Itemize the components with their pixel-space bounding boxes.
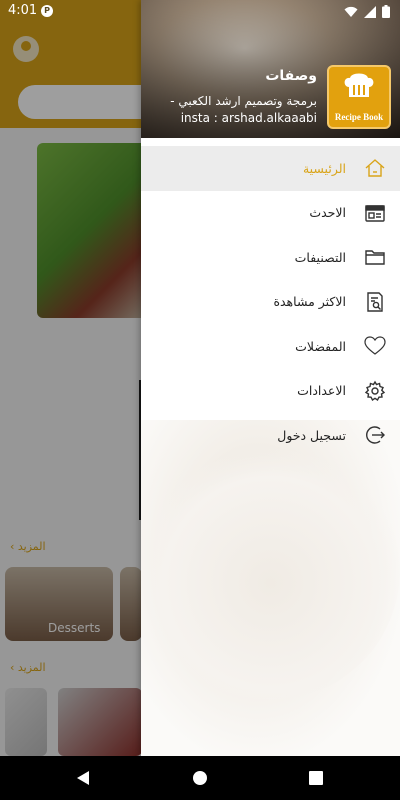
app-logo: Recipe Book [327, 65, 391, 129]
menu-item-label: التصنيفات [294, 249, 346, 265]
drawer-background-bowl [141, 440, 400, 700]
menu-item-favorites[interactable]: المفضلات [141, 324, 400, 369]
status-indicators [344, 5, 390, 18]
menu-item-label: المفضلات [295, 338, 346, 354]
menu-item-home[interactable]: الرئيسية [141, 146, 400, 191]
developer-credit: برمجة وتصميم ارشد الكعبي - [170, 94, 317, 108]
menu-item-settings[interactable]: الاعدادات [141, 369, 400, 414]
gear-icon [364, 380, 386, 401]
logo-text: Recipe Book [334, 112, 384, 122]
instagram-handle: insta : arshad.alkaaabi [180, 111, 317, 125]
menu-item-most-viewed[interactable]: الاكثر مشاهدة [141, 280, 400, 325]
menu-item-label: الاحدث [309, 205, 346, 221]
menu-item-label: الاكثر مشاهدة [273, 294, 346, 310]
navigation-drawer: Recipe Book وصفات برمجة وتصميم ارشد الكع… [141, 0, 400, 756]
drawer-menu: الرئيسية الاحدث التصنيفات الاكثر مشاهدة … [141, 146, 400, 458]
home-icon [365, 159, 385, 177]
menu-item-latest[interactable]: الاحدث [141, 191, 400, 236]
app-name: وصفات [265, 68, 317, 84]
notification-badge-icon: P [41, 5, 53, 17]
login-icon [366, 426, 385, 444]
status-time: 4:01 [8, 3, 38, 18]
chef-hat-icon [344, 73, 374, 97]
status-bar: 4:01 P [0, 0, 400, 24]
menu-item-label: تسجيل دخول [277, 427, 346, 443]
menu-item-categories[interactable]: التصنيفات [141, 235, 400, 280]
home-button-icon[interactable] [190, 768, 210, 788]
document-search-icon [367, 291, 383, 312]
wifi-icon [344, 6, 358, 17]
folder-icon [365, 250, 385, 265]
menu-item-login[interactable]: تسجيل دخول [141, 413, 400, 458]
calendar-icon [365, 204, 385, 222]
back-icon[interactable] [74, 768, 94, 788]
recents-icon[interactable] [306, 768, 326, 788]
signal-icon [364, 5, 376, 18]
battery-icon [382, 5, 390, 18]
menu-item-label: الاعدادات [297, 383, 346, 399]
system-nav-bar [0, 756, 400, 800]
menu-item-label: الرئيسية [302, 160, 346, 176]
heart-icon [364, 336, 386, 355]
